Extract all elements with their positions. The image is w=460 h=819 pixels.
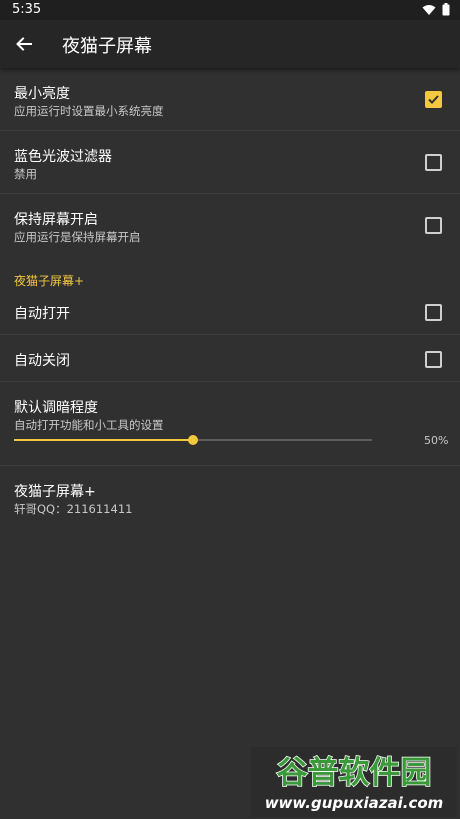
setting-title: 自动关闭 — [14, 353, 70, 369]
back-arrow-icon — [16, 37, 32, 51]
setting-title: 最小亮度 — [14, 86, 70, 102]
setting-auto-open[interactable]: 自动打开 — [0, 288, 460, 335]
watermark-logo: 谷普软件园 www.gupuxiazai.com — [251, 747, 457, 817]
auto-close-checkbox[interactable] — [425, 351, 442, 368]
slider-thumb[interactable] — [188, 435, 198, 445]
setting-keep-screen-on[interactable]: 保持屏幕开启 应用运行是保持屏幕开启 — [0, 194, 460, 256]
min-brightness-checkbox[interactable] — [425, 91, 442, 108]
dim-level-value: 50% — [424, 434, 449, 447]
about-title: 夜猫子屏幕+ — [14, 484, 96, 500]
battery-icon — [442, 3, 450, 16]
setting-auto-close[interactable]: 自动关闭 — [0, 335, 460, 382]
wifi-icon — [422, 4, 436, 15]
setting-title: 自动打开 — [14, 306, 70, 322]
setting-title: 蓝色光波过滤器 — [14, 149, 112, 165]
blue-light-filter-checkbox[interactable] — [425, 154, 442, 171]
status-bar: 5:35 — [0, 0, 460, 20]
section-header: 夜猫子屏幕+ — [14, 274, 85, 288]
status-icons — [422, 3, 450, 16]
watermark-brand: 谷普软件园 — [277, 755, 432, 791]
setting-subtitle: 应用运行时设置最小系统亮度 — [14, 104, 164, 118]
setting-subtitle: 应用运行是保持屏幕开启 — [14, 230, 141, 244]
setting-min-brightness[interactable]: 最小亮度 应用运行时设置最小系统亮度 — [0, 68, 460, 131]
setting-default-dim-level: 默认调暗程度 自动打开功能和小工具的设置 — [0, 382, 460, 466]
setting-title: 保持屏幕开启 — [14, 212, 98, 228]
about-item[interactable]: 夜猫子屏幕+ 轩哥QQ：211611411 — [0, 466, 460, 526]
status-time: 5:35 — [12, 2, 42, 17]
auto-open-checkbox[interactable] — [425, 304, 442, 321]
dim-level-slider[interactable] — [14, 435, 372, 445]
setting-subtitle: 禁用 — [14, 167, 37, 181]
back-button[interactable] — [10, 30, 38, 58]
page-title: 夜猫子屏幕 — [62, 36, 152, 57]
setting-blue-light-filter[interactable]: 蓝色光波过滤器 禁用 — [0, 131, 460, 194]
app-bar: 夜猫子屏幕 — [0, 20, 460, 68]
watermark-url: www.gupuxiazai.com — [265, 794, 444, 812]
keep-screen-on-checkbox[interactable] — [425, 217, 442, 234]
about-subtitle: 轩哥QQ：211611411 — [14, 502, 133, 516]
check-icon — [428, 95, 439, 104]
slider-fill — [14, 439, 193, 441]
setting-title: 默认调暗程度 — [14, 400, 98, 416]
setting-subtitle: 自动打开功能和小工具的设置 — [14, 418, 164, 432]
